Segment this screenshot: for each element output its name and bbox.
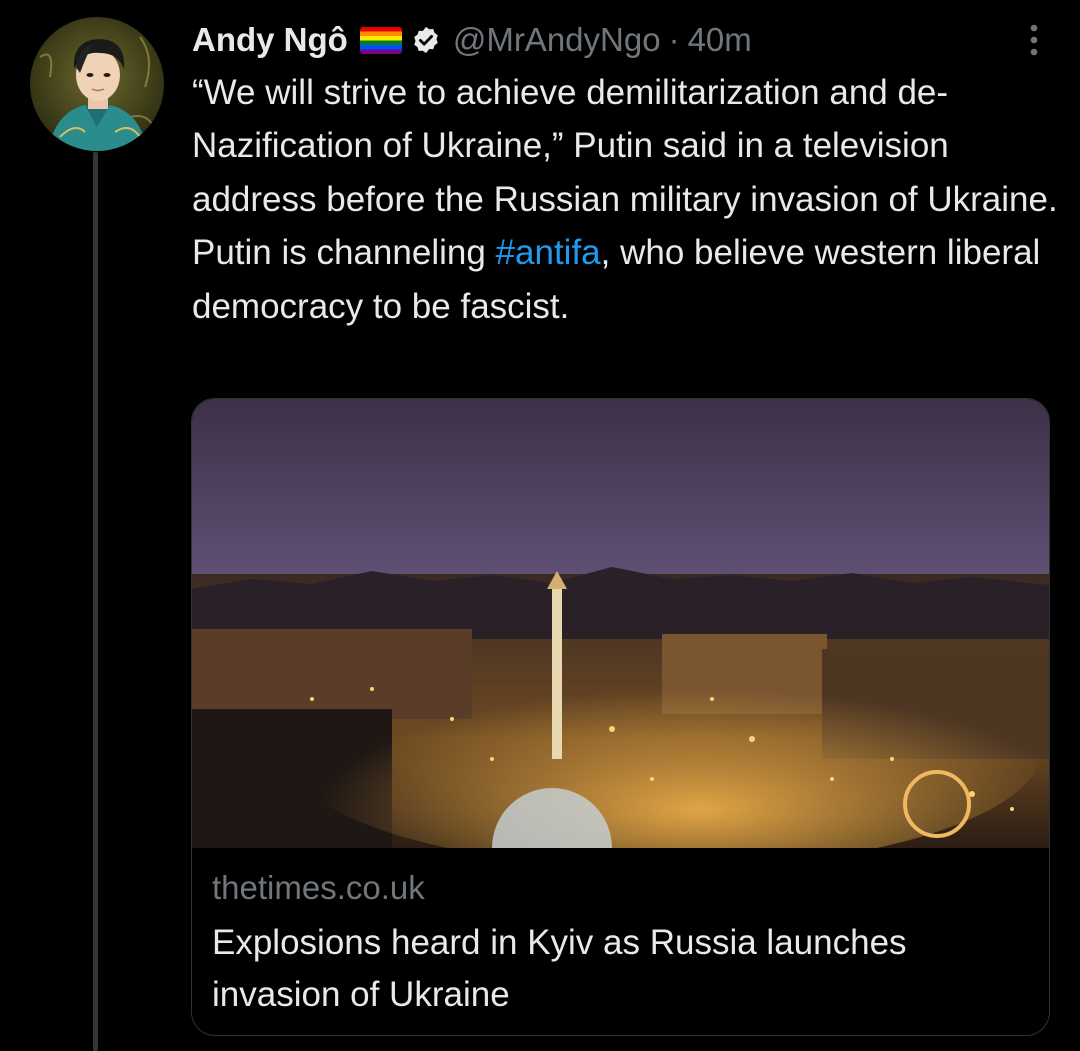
author-name[interactable]: Andy Ngô (192, 21, 348, 59)
hashtag-link[interactable]: #antifa (496, 233, 601, 272)
tweet-timestamp[interactable]: 40m (688, 21, 752, 59)
more-options-icon[interactable] (1024, 22, 1044, 58)
separator-dot: · (668, 21, 680, 58)
card-domain: thetimes.co.uk (212, 869, 425, 906)
card-image (192, 399, 1049, 848)
thread-line (93, 152, 98, 1051)
author-handle[interactable]: @MrAndyNgo (453, 21, 661, 59)
card-title: Explosions heard in Kyiv as Russia launc… (212, 923, 907, 1014)
tweet-header: Andy Ngô @MrAndyNgo · 40m (192, 18, 1050, 62)
tweet-text: “We will strive to achieve demilitarizat… (192, 66, 1062, 333)
link-card[interactable]: thetimes.co.uk Explosions heard in Kyiv … (191, 398, 1050, 1036)
avatar-illustration (30, 17, 164, 151)
rainbow-flag-icon (359, 26, 402, 54)
avatar[interactable] (30, 17, 164, 151)
verified-badge-icon (411, 25, 441, 55)
